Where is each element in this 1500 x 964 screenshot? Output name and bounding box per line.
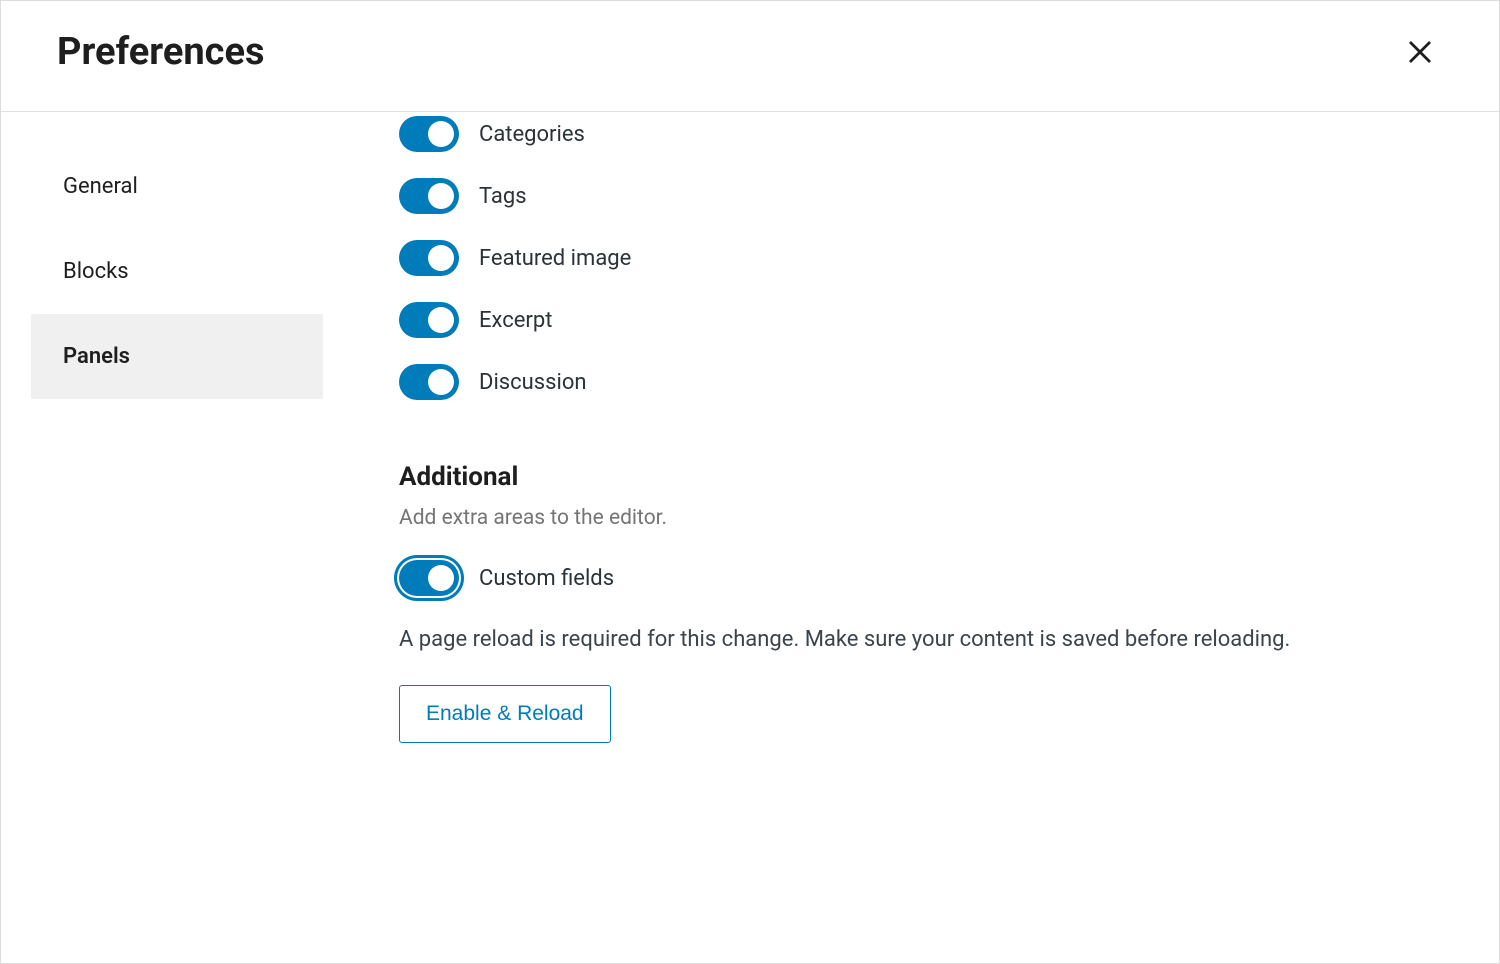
toggle-excerpt[interactable]	[399, 302, 459, 338]
toggle-row-featured-image: Featured image	[399, 240, 1443, 276]
toggle-label: Tags	[479, 184, 527, 209]
toggle-categories[interactable]	[399, 116, 459, 152]
toggle-tags[interactable]	[399, 178, 459, 214]
toggle-row-custom-fields: Custom fields	[399, 560, 1443, 596]
toggle-label: Excerpt	[479, 308, 552, 333]
toggle-discussion[interactable]	[399, 364, 459, 400]
toggle-row-discussion: Discussion	[399, 364, 1443, 400]
tab-label: Blocks	[63, 259, 129, 284]
toggle-label: Featured image	[479, 246, 631, 271]
modal-title: Preferences	[57, 30, 264, 74]
close-icon	[1405, 37, 1435, 67]
tab-general[interactable]: General	[31, 144, 323, 229]
modal-header: Preferences	[1, 1, 1499, 112]
toggle-row-categories: Categories	[399, 116, 1443, 152]
toggle-row-tags: Tags	[399, 178, 1443, 214]
tabs-sidebar: General Blocks Panels	[1, 112, 323, 963]
tab-blocks[interactable]: Blocks	[31, 229, 323, 314]
enable-reload-button[interactable]: Enable & Reload	[399, 685, 611, 743]
reload-help-text: A page reload is required for this chang…	[399, 622, 1299, 657]
tab-label: Panels	[63, 344, 130, 369]
additional-heading: Additional	[399, 462, 1443, 492]
toggle-label: Discussion	[479, 370, 587, 395]
toggle-label: Categories	[479, 122, 585, 147]
tab-panels[interactable]: Panels	[31, 314, 323, 399]
preferences-modal: Preferences General Blocks Panels	[0, 0, 1500, 964]
toggle-featured-image[interactable]	[399, 240, 459, 276]
panel-content: Categories Tags Featured image Excerpt D	[323, 112, 1499, 963]
modal-body: General Blocks Panels Categories Tags	[1, 112, 1499, 963]
toggle-custom-fields[interactable]	[399, 560, 459, 596]
additional-description: Add extra areas to the editor.	[399, 506, 1443, 530]
toggle-row-excerpt: Excerpt	[399, 302, 1443, 338]
button-label: Enable & Reload	[426, 702, 584, 725]
toggle-label: Custom fields	[479, 566, 614, 591]
close-button[interactable]	[1397, 29, 1443, 75]
tab-label: General	[63, 174, 138, 199]
